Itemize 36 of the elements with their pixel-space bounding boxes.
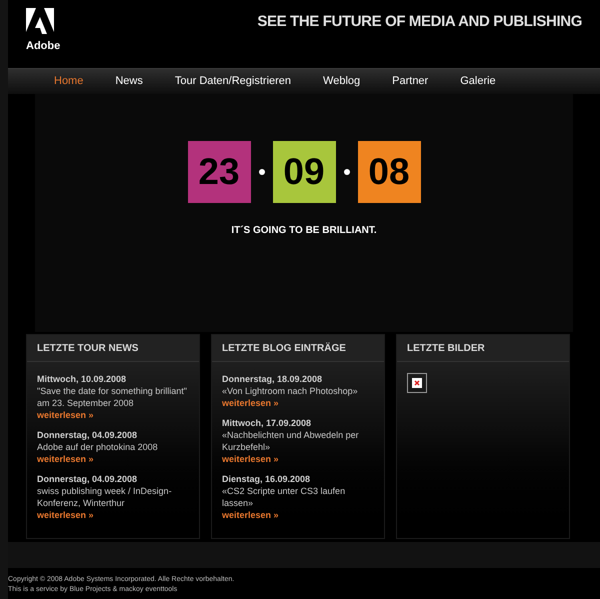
nav-link[interactable]: Tour Daten/Registrieren bbox=[174, 73, 292, 90]
logo-text: Adobe bbox=[26, 39, 60, 54]
read-more-link[interactable]: weiterlesen » bbox=[37, 509, 94, 521]
date-tile: 08 bbox=[358, 141, 420, 203]
broken-image-icon[interactable] bbox=[407, 373, 427, 393]
entry-date: Mittwoch, 17.09.2008 bbox=[222, 417, 312, 429]
nav-link[interactable]: Partner bbox=[392, 73, 428, 90]
nav-link[interactable]: Galerie bbox=[460, 73, 496, 90]
date-tile: 09 bbox=[272, 141, 336, 203]
entry-text: swiss publishing week / InDesign-Konferenz, Winterthur bbox=[37, 485, 173, 509]
nav-link[interactable]: News bbox=[115, 73, 143, 90]
entry-date: Dienstag, 16.09.2008 bbox=[222, 473, 312, 485]
entry-text: «Nachbelichten und Abwedeln per Kurzbefehl» bbox=[222, 429, 360, 453]
date-tile: 23 bbox=[188, 141, 250, 203]
entry-date: Donnerstag, 04.09.2008 bbox=[37, 429, 138, 441]
read-more-link[interactable]: weiterlesen » bbox=[37, 409, 94, 421]
entry-text: «CS2 Scripte unter CS3 laufen lassen» bbox=[222, 485, 346, 509]
entry-text: Adobe auf der photokina 2008 bbox=[37, 441, 159, 453]
panel-title: LETZTE TOUR NEWS bbox=[37, 342, 138, 356]
read-more-link[interactable]: weiterlesen » bbox=[37, 453, 94, 465]
panel-title: LETZTE BILDER bbox=[407, 342, 485, 356]
entry-date: Donnerstag, 04.09.2008 bbox=[37, 473, 138, 485]
entry-text: "Save the date for something brilliant" am 23. September 2008 bbox=[37, 385, 188, 409]
panel-title: LETZTE BLOG EINTRÄGE bbox=[222, 342, 346, 356]
adobe-logo-icon bbox=[26, 8, 54, 36]
adobe-logo[interactable]: Adobe bbox=[26, 8, 60, 54]
read-more-link[interactable]: weiterlesen » bbox=[222, 453, 279, 465]
read-more-link[interactable]: weiterlesen » bbox=[222, 397, 279, 409]
nav-link[interactable]: Home bbox=[54, 73, 84, 90]
tagline: SEE THE FUTURE OF MEDIA AND PUBLISHING bbox=[257, 12, 582, 32]
slogan: IT´S GOING TO BE BRILLIANT. bbox=[231, 224, 377, 238]
read-more-link[interactable]: weiterlesen » bbox=[222, 509, 279, 521]
entry-date: Mittwoch, 10.09.2008 bbox=[37, 373, 128, 385]
entry-date: Donnerstag, 18.09.2008 bbox=[222, 373, 324, 385]
entry-text: «Von Lightroom nach Photoshop» bbox=[222, 385, 359, 397]
nav-link[interactable]: Weblog bbox=[323, 73, 360, 90]
